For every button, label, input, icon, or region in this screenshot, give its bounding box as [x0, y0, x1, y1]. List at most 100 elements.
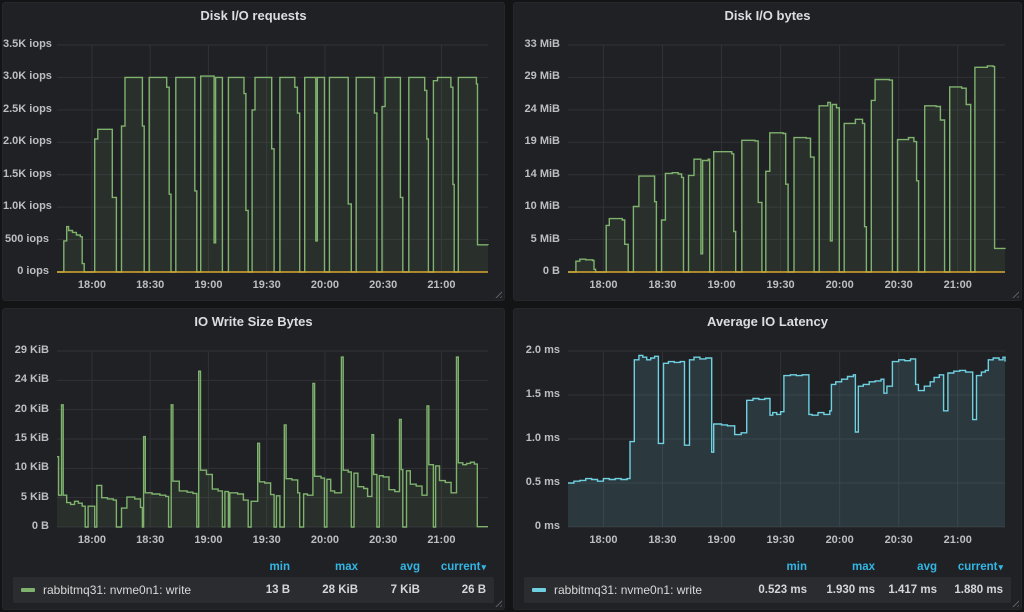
chart-canvas[interactable]: [514, 335, 1021, 555]
legend-avg-value: 7 KiB: [358, 584, 420, 596]
legend-current-value: 26 B: [420, 584, 486, 596]
x-axis-tick-label: 20:30: [874, 534, 924, 546]
x-axis-tick-label: 20:30: [874, 279, 924, 291]
legend-sort-current[interactable]: current▾: [937, 561, 1003, 573]
legend-sort-avg[interactable]: avg: [358, 561, 420, 573]
chart-canvas[interactable]: [3, 335, 504, 555]
x-axis-tick-label: 21:00: [416, 534, 466, 546]
legend: min max avg current▾ rabbitmq31: nvme0n1…: [13, 557, 494, 605]
y-axis-tick-label: 29 MiB: [514, 70, 560, 82]
panel-average-io-latency: Average IO Latency 0 ms 0.5 ms 1.0 ms 1.5 m…: [513, 308, 1022, 610]
legend-sort-avg[interactable]: avg: [875, 561, 937, 573]
legend-max-value: 28 KiB: [290, 584, 358, 596]
legend-min-value: 13 B: [218, 584, 290, 596]
panel-disk-io-bytes: Disk I/O bytes 0 B5 MiB10 MiB14 MiB19 Mi…: [513, 2, 1022, 301]
legend-headers: min max avg current▾: [13, 557, 494, 577]
panel-resize-handle[interactable]: [493, 598, 502, 607]
panel-title-io-write-size-bytes[interactable]: IO Write Size Bytes: [3, 309, 504, 335]
x-axis-tick-label: 18:00: [67, 279, 117, 291]
y-axis-tick-label: 2.5K iops: [3, 103, 49, 115]
x-axis-tick-label: 21:00: [933, 279, 983, 291]
panel-title-average-io-latency[interactable]: Average IO Latency: [514, 309, 1021, 335]
grafana-dashboard: Disk I/O requests 0 iops 500 iops 1.0K iop…: [0, 0, 1024, 612]
y-axis-tick-label: 33 MiB: [514, 38, 560, 50]
chart-canvas[interactable]: [3, 29, 504, 300]
y-axis-tick-label: 10 KiB: [3, 461, 49, 473]
y-axis-tick-label: 0 ms: [514, 520, 560, 532]
y-axis-tick-label: 24 MiB: [514, 103, 560, 115]
legend-sort-min[interactable]: min: [735, 561, 807, 573]
x-axis-tick-label: 19:00: [697, 279, 747, 291]
legend-sort-min[interactable]: min: [218, 561, 290, 573]
legend-sort-current[interactable]: current▾: [420, 561, 486, 573]
x-axis-tick-label: 18:00: [578, 534, 628, 546]
sort-caret-icon: ▾: [998, 562, 1003, 572]
y-axis-tick-label: 0.5 ms: [514, 476, 560, 488]
legend-sort-max[interactable]: max: [807, 561, 875, 573]
y-axis-tick-label: 1.5K iops: [3, 168, 49, 180]
x-axis-tick-label: 19:30: [242, 279, 292, 291]
y-axis-tick-label: 2.0 ms: [514, 344, 560, 356]
y-axis-tick-label: 15 KiB: [3, 432, 49, 444]
y-axis-tick-label: 0 B: [3, 520, 49, 532]
legend: min max avg current▾ rabbitmq31: nvme0n1…: [524, 557, 1011, 605]
y-axis-tick-label: 1.5 ms: [514, 388, 560, 400]
x-axis-tick-label: 21:00: [933, 534, 983, 546]
legend-sort-current-label: current: [958, 561, 998, 573]
legend-min-value: 0.523 ms: [735, 584, 807, 596]
x-axis-tick-label: 18:00: [67, 534, 117, 546]
y-axis-tick-label: 1.0 ms: [514, 432, 560, 444]
x-axis-tick-label: 18:30: [125, 279, 175, 291]
series-color-swatch[interactable]: [21, 588, 35, 592]
disk-io-requests-plot[interactable]: 0 iops 500 iops 1.0K iops 1.5K iops 2.0K iop…: [3, 29, 504, 300]
panel-disk-io-requests: Disk I/O requests 0 iops 500 iops 1.0K iop…: [2, 2, 505, 301]
y-axis-tick-label: 5 MiB: [514, 233, 560, 245]
x-axis-tick-label: 20:00: [300, 279, 350, 291]
series-name[interactable]: rabbitmq31: nvme0n1: write: [554, 583, 735, 597]
x-axis-tick-label: 20:30: [358, 279, 408, 291]
y-axis-tick-label: 500 iops: [3, 233, 49, 245]
legend-sort-max[interactable]: max: [290, 561, 358, 573]
x-axis-tick-label: 20:00: [300, 534, 350, 546]
y-axis-tick-label: 5 KiB: [3, 491, 49, 503]
x-axis-tick-label: 21:00: [416, 279, 466, 291]
legend-avg-value: 1.417 ms: [875, 584, 937, 596]
disk-io-bytes-plot[interactable]: 0 B5 MiB10 MiB14 MiB19 MiB24 MiB29 MiB33…: [514, 29, 1021, 300]
legend-row: rabbitmq31: nvme0n1: write 13 B 28 KiB 7…: [13, 577, 494, 603]
series-name[interactable]: rabbitmq31: nvme0n1: write: [43, 583, 218, 597]
io-write-size-plot[interactable]: 0 B 5 KiB 10 KiB 15 KiB 20 KiB 24 KiB 29 KiB 18…: [3, 335, 504, 555]
y-axis-tick-label: 3.5K iops: [3, 38, 49, 50]
panel-io-write-size-bytes: IO Write Size Bytes 0 B 5 KiB 10 KiB 15 KiB…: [2, 308, 505, 610]
x-axis-tick-label: 19:30: [756, 279, 806, 291]
x-axis-tick-label: 18:30: [637, 534, 687, 546]
y-axis-tick-label: 0 iops: [3, 265, 49, 277]
panel-title-disk-io-bytes[interactable]: Disk I/O bytes: [514, 3, 1021, 29]
y-axis-tick-label: 3.0K iops: [3, 70, 49, 82]
y-axis-tick-label: 2.0K iops: [3, 135, 49, 147]
x-axis-tick-label: 19:30: [756, 534, 806, 546]
y-axis-tick-label: 1.0K iops: [3, 200, 49, 212]
series-write-fill: [57, 357, 488, 527]
chart-canvas[interactable]: [514, 29, 1021, 300]
x-axis-tick-label: 20:00: [815, 534, 865, 546]
y-axis-tick-label: 20 KiB: [3, 403, 49, 415]
sort-caret-icon: ▾: [481, 562, 486, 572]
x-axis-tick-label: 20:00: [815, 279, 865, 291]
series-color-swatch[interactable]: [532, 588, 546, 592]
x-axis-tick-label: 19:00: [183, 279, 233, 291]
y-axis-tick-label: 19 MiB: [514, 135, 560, 147]
legend-sort-current-label: current: [441, 561, 481, 573]
x-axis-tick-label: 20:30: [358, 534, 408, 546]
x-axis-tick-label: 18:30: [125, 534, 175, 546]
y-axis-tick-label: 29 KiB: [3, 344, 49, 356]
legend-row: rabbitmq31: nvme0n1: write 0.523 ms 1.93…: [524, 577, 1011, 603]
y-axis-tick-label: 10 MiB: [514, 200, 560, 212]
average-io-latency-plot[interactable]: 0 ms 0.5 ms 1.0 ms 1.5 ms 2.0 ms 18:00 18:30 19…: [514, 335, 1021, 555]
y-axis-tick-label: 14 MiB: [514, 168, 560, 180]
x-axis-tick-label: 19:30: [242, 534, 292, 546]
panel-title-disk-io-requests[interactable]: Disk I/O requests: [3, 3, 504, 29]
x-axis-tick-label: 18:30: [637, 279, 687, 291]
x-axis-tick-label: 19:00: [183, 534, 233, 546]
y-axis-tick-label: 24 KiB: [3, 373, 49, 385]
panel-resize-handle[interactable]: [1010, 598, 1019, 607]
